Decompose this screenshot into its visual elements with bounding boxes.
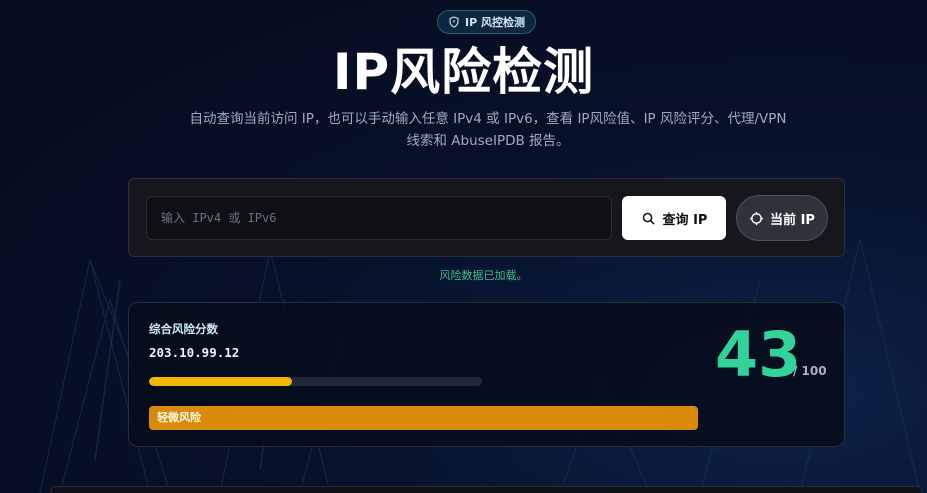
badge-label: IP 风控检测 [465,16,525,29]
risk-score-card: 综合风险分数 203.10.99.12 轻微风险 43 / 100 [128,302,845,447]
query-ip-label: 查询 IP [662,212,708,228]
risk-progress-fill [149,377,293,386]
current-ip-button[interactable]: 当前 IP [736,195,828,241]
score-value: 43 [715,318,802,391]
page-title: IP风险检测 [332,43,595,101]
current-ip-label: 当前 IP [770,212,815,228]
search-panel: 查询 IP 当前 IP [128,178,845,257]
shield-icon [449,16,459,28]
risk-level-tag: 轻微风险 [149,406,698,430]
status-message: 风险数据已加载。 [439,269,528,282]
score-ip-address: 203.10.99.12 [149,345,240,360]
search-icon [642,212,655,225]
page-subtitle: 自动查询当前访问 IP，也可以手动输入任意 IPv4 或 IPv6，查看 IP风… [189,111,787,149]
ip-search-input[interactable] [146,196,612,240]
ip-risk-badge: IP 风控检测 [437,10,536,34]
next-section-panel [50,486,923,493]
query-ip-button[interactable]: 查询 IP [622,196,726,240]
score-label: 综合风险分数 [149,322,218,336]
crosshair-icon [749,211,764,225]
risk-progress-bar [149,377,482,386]
score-max: / 100 [793,364,827,378]
